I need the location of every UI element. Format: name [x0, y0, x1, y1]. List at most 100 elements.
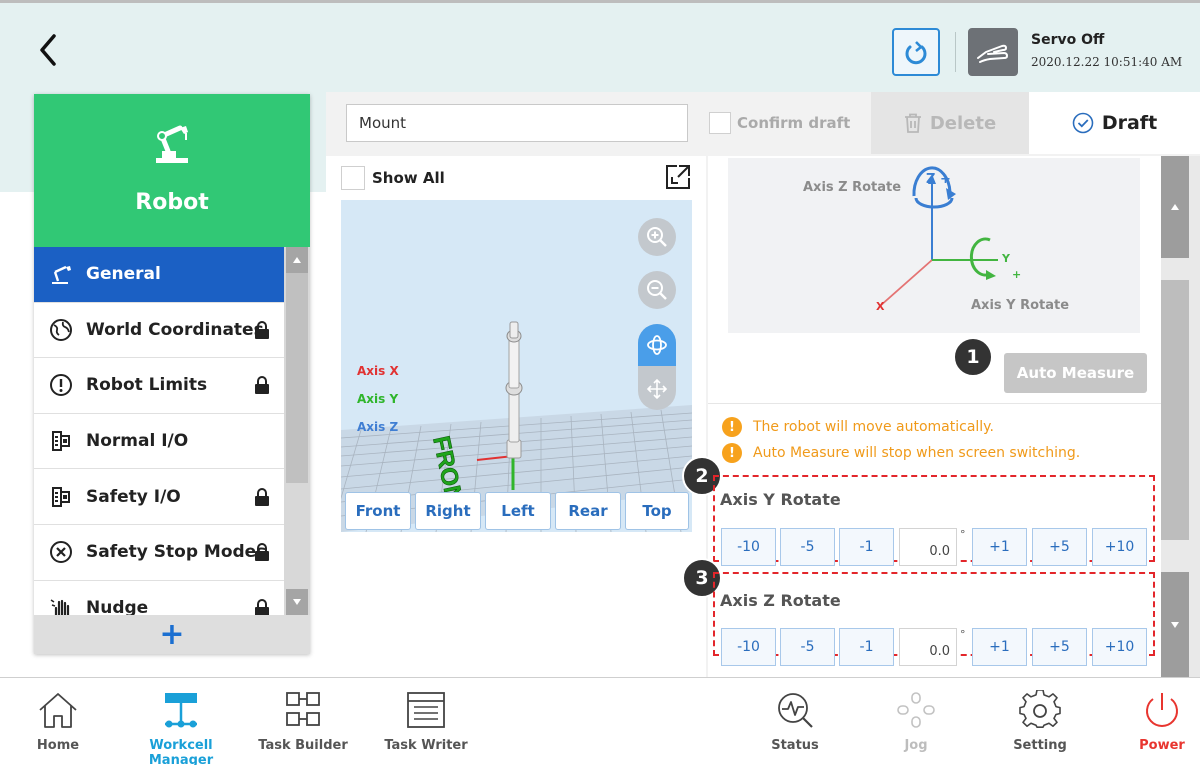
- nav-setting[interactable]: Setting: [980, 690, 1100, 753]
- nav-home[interactable]: Home: [0, 690, 118, 753]
- scroll-up-button[interactable]: [286, 247, 308, 273]
- nav-label: Task Writer: [384, 738, 468, 753]
- task-writer-icon: [407, 692, 445, 728]
- nav-label: Workcell Manager: [148, 738, 214, 765]
- y-minus-5-button[interactable]: -5: [780, 528, 835, 566]
- y-axis-plus: +: [1012, 268, 1022, 281]
- robot-header: Robot: [34, 94, 310, 247]
- sidebar-item-safety-io[interactable]: Safety I/O: [34, 469, 284, 525]
- name-input[interactable]: [346, 104, 688, 142]
- triangle-down-icon: [1171, 621, 1179, 628]
- settings-scroll-down[interactable]: [1161, 572, 1189, 677]
- z-minus-5-button[interactable]: -5: [780, 628, 835, 666]
- plus-icon: +: [159, 617, 185, 652]
- view-right-button[interactable]: Right: [415, 492, 481, 530]
- nav-task-builder[interactable]: Task Builder: [243, 690, 363, 753]
- hand-icon: [977, 44, 1008, 63]
- expand-button[interactable]: [664, 163, 692, 191]
- y-plus-10-button[interactable]: +10: [1092, 528, 1147, 566]
- zoom-out-button[interactable]: [638, 271, 676, 309]
- sidebar-item-robot-limits[interactable]: Robot Limits: [34, 358, 284, 414]
- settings-scroll-up[interactable]: [1161, 156, 1189, 258]
- lock-icon: [254, 375, 270, 395]
- view-top-button[interactable]: Top: [625, 492, 689, 530]
- axis-z-rotate-label: Axis Z Rotate: [803, 180, 902, 195]
- nav-status[interactable]: Status: [735, 690, 855, 753]
- z-rotate-value[interactable]: 0.0: [899, 628, 957, 666]
- show-all-checkbox[interactable]: [341, 166, 365, 190]
- auto-measure-button[interactable]: Auto Measure: [1004, 353, 1147, 393]
- home-icon: [39, 693, 77, 728]
- z-rotate-title: Axis Z Rotate: [720, 591, 841, 610]
- chevron-left-icon: [40, 34, 56, 66]
- sidebar-scrollbar[interactable]: [284, 247, 310, 615]
- nav-jog[interactable]: Jog: [856, 690, 976, 753]
- move-icon: [646, 378, 668, 400]
- z-minus-10-button[interactable]: -10: [721, 628, 776, 666]
- settings-scroll-thumb[interactable]: [1161, 280, 1189, 540]
- view-front-button[interactable]: Front: [345, 492, 411, 530]
- z-plus-10-button[interactable]: +10: [1092, 628, 1147, 666]
- pan-mode-button[interactable]: [638, 368, 676, 410]
- y-minus-1-button[interactable]: -1: [839, 528, 894, 566]
- nav-power[interactable]: Power: [1102, 690, 1200, 753]
- callout-badge-1: 1: [953, 337, 993, 377]
- check-circle-icon: [1072, 112, 1094, 134]
- z-minus-1-button[interactable]: -1: [839, 628, 894, 666]
- robot-title: Robot: [135, 190, 209, 215]
- nav-workcell-manager[interactable]: Workcell Manager: [121, 690, 241, 765]
- robot-arm-icon: [48, 261, 74, 287]
- warning-icon: !: [722, 417, 742, 437]
- triangle-up-icon: [1171, 204, 1179, 210]
- view-rear-button[interactable]: Rear: [555, 492, 621, 530]
- z-plus-5-button[interactable]: +5: [1032, 628, 1087, 666]
- alert-circle-icon: [48, 372, 74, 398]
- sidebar-item-world-coordinates[interactable]: World Coordinates: [34, 303, 284, 359]
- view-left-button[interactable]: Left: [485, 492, 551, 530]
- show-all-label: Show All: [372, 169, 445, 187]
- zoom-out-icon: [647, 280, 667, 300]
- stop-circle-icon: [48, 539, 74, 565]
- zoom-in-button[interactable]: [638, 218, 676, 256]
- lock-icon: [254, 542, 270, 562]
- sidebar-item-general[interactable]: General: [34, 247, 284, 303]
- axis-y-rotate-diagram-label: Axis Y Rotate: [971, 298, 1070, 313]
- y-rotate-value[interactable]: 0.0: [899, 528, 957, 566]
- workcell-icon: [165, 693, 197, 728]
- sidebar-item-label: Nudge: [86, 597, 149, 615]
- z-degree-symbol: °: [960, 628, 966, 641]
- sidebar-item-safety-stop-modes[interactable]: Safety Stop Modes: [34, 525, 284, 581]
- sidebar-item-normal-io[interactable]: Normal I/O: [34, 414, 284, 470]
- triangle-up-icon: [293, 257, 301, 263]
- sidebar-item-label: Robot Limits: [86, 375, 208, 396]
- y-minus-10-button[interactable]: -10: [721, 528, 776, 566]
- scrollbar-thumb[interactable]: [286, 273, 308, 483]
- y-rotate-title: Axis Y Rotate: [720, 490, 841, 509]
- view-mode-toggle: [638, 324, 676, 410]
- nav-label: Task Builder: [258, 738, 348, 753]
- draft-button[interactable]: Draft: [1029, 92, 1200, 154]
- delete-label: Delete: [929, 112, 997, 134]
- add-button[interactable]: +: [34, 615, 310, 654]
- scroll-down-button[interactable]: [286, 589, 308, 615]
- y-plus-5-button[interactable]: +5: [1032, 528, 1087, 566]
- sidebar-item-nudge[interactable]: Nudge: [34, 581, 284, 615]
- y-plus-1-button[interactable]: +1: [972, 528, 1027, 566]
- warning-move: ! The robot will move automatically.: [722, 417, 994, 437]
- sidebar-item-label: World Coordinates: [86, 319, 264, 340]
- back-button[interactable]: [34, 30, 62, 70]
- warning-text: The robot will move automatically.: [753, 419, 994, 435]
- servo-button[interactable]: [968, 28, 1018, 76]
- confirm-draft-checkbox[interactable]: [709, 112, 731, 134]
- rotate-mode-button[interactable]: [638, 324, 676, 366]
- warning-icon: !: [722, 443, 742, 463]
- triangle-down-icon: [293, 599, 301, 605]
- refresh-button[interactable]: [892, 28, 940, 76]
- z-axis-label: Z +: [926, 172, 951, 187]
- lock-icon: [254, 487, 270, 507]
- settings-menu: General World Coordinates Robot Limits N…: [34, 247, 284, 615]
- nav-task-writer[interactable]: Task Writer: [366, 690, 486, 753]
- delete-button[interactable]: Delete: [871, 92, 1029, 154]
- z-plus-1-button[interactable]: +1: [972, 628, 1027, 666]
- io-icon: [48, 428, 74, 454]
